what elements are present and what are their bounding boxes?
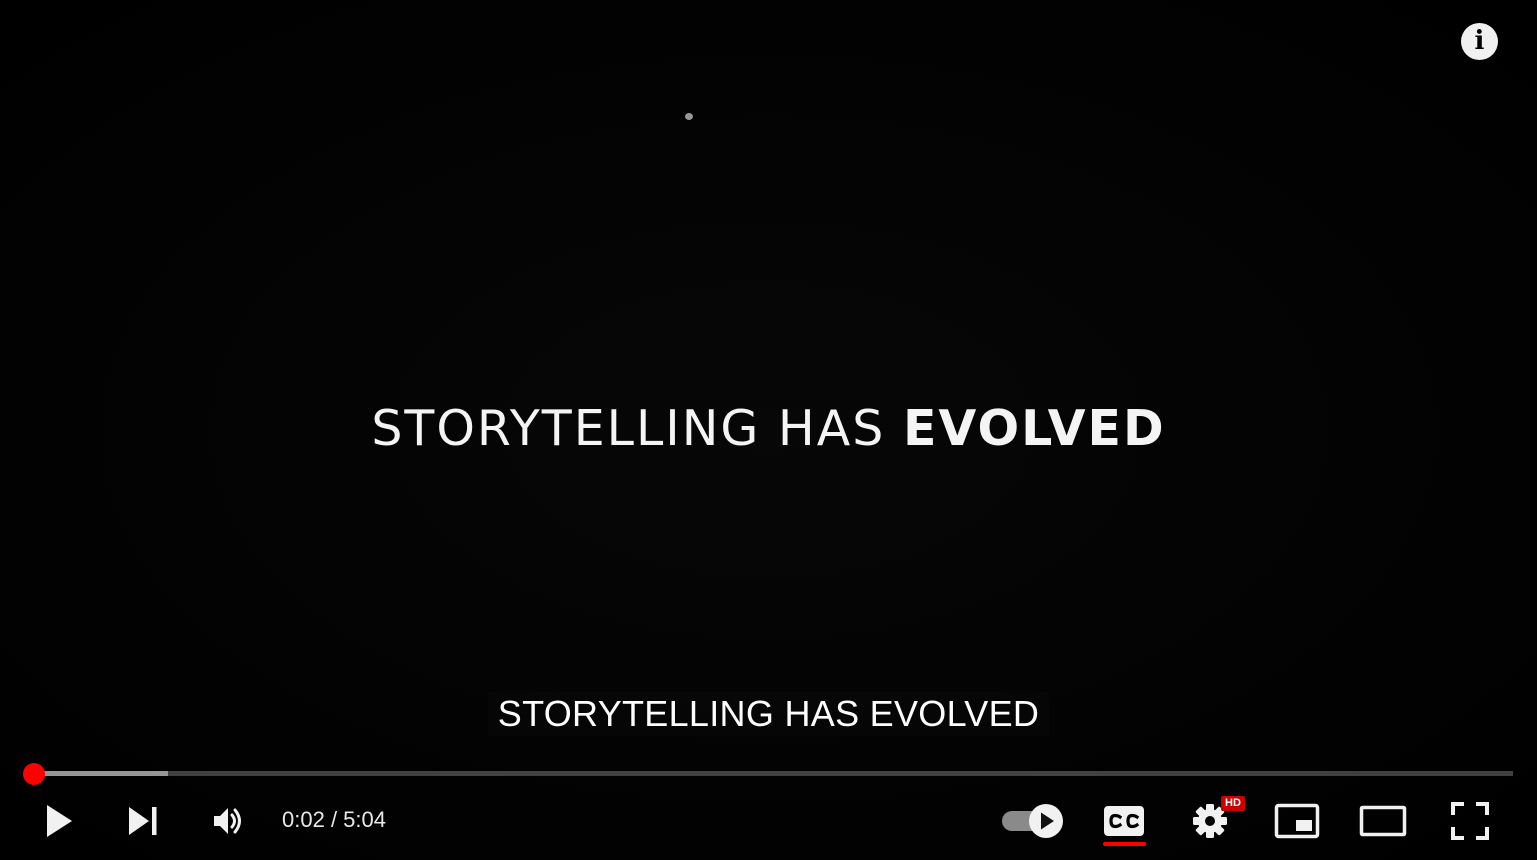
time-separator: / bbox=[324, 807, 344, 832]
theater-mode-button[interactable] bbox=[1358, 796, 1408, 846]
duration: 5:04 bbox=[343, 807, 386, 832]
title-card-main-text: STORYTELLING HAS bbox=[371, 400, 886, 457]
progress-bar[interactable] bbox=[24, 771, 1513, 776]
hd-badge: HD bbox=[1221, 796, 1245, 811]
progress-loaded bbox=[24, 771, 169, 776]
captions-button[interactable] bbox=[1100, 796, 1148, 846]
time-display: 0:02 / 5:04 bbox=[282, 806, 386, 834]
closed-captions-icon bbox=[1104, 806, 1144, 836]
play-icon bbox=[47, 805, 72, 837]
video-title-card: STORYTELLING HAS EVOLVED bbox=[0, 400, 1537, 457]
video-speck bbox=[685, 113, 693, 120]
caption-text: STORYTELLING HAS EVOLVED bbox=[487, 692, 1050, 736]
info-icon: i bbox=[1474, 26, 1485, 56]
autoplay-toggle[interactable] bbox=[1000, 796, 1066, 846]
skip-next-icon bbox=[129, 807, 157, 835]
miniplayer-button[interactable] bbox=[1273, 796, 1321, 846]
current-time: 0:02 bbox=[282, 807, 325, 832]
volume-icon bbox=[214, 808, 241, 834]
theater-mode-icon bbox=[1359, 805, 1407, 837]
volume-button[interactable] bbox=[205, 796, 251, 846]
title-card-emphasis-text: EVOLVED bbox=[902, 400, 1166, 457]
captions-active-indicator bbox=[1103, 842, 1146, 846]
miniplayer-icon bbox=[1274, 803, 1320, 839]
play-button[interactable] bbox=[36, 796, 82, 846]
video-player[interactable]: STORYTELLING HAS EVOLVED i STORYTELLING … bbox=[0, 0, 1537, 860]
fullscreen-button[interactable] bbox=[1446, 796, 1494, 846]
info-button[interactable]: i bbox=[1461, 23, 1498, 60]
autoplay-toggle-icon bbox=[1002, 804, 1063, 838]
fullscreen-icon bbox=[1451, 802, 1489, 840]
caption-container: STORYTELLING HAS EVOLVED bbox=[0, 692, 1537, 736]
next-button[interactable] bbox=[120, 796, 166, 846]
